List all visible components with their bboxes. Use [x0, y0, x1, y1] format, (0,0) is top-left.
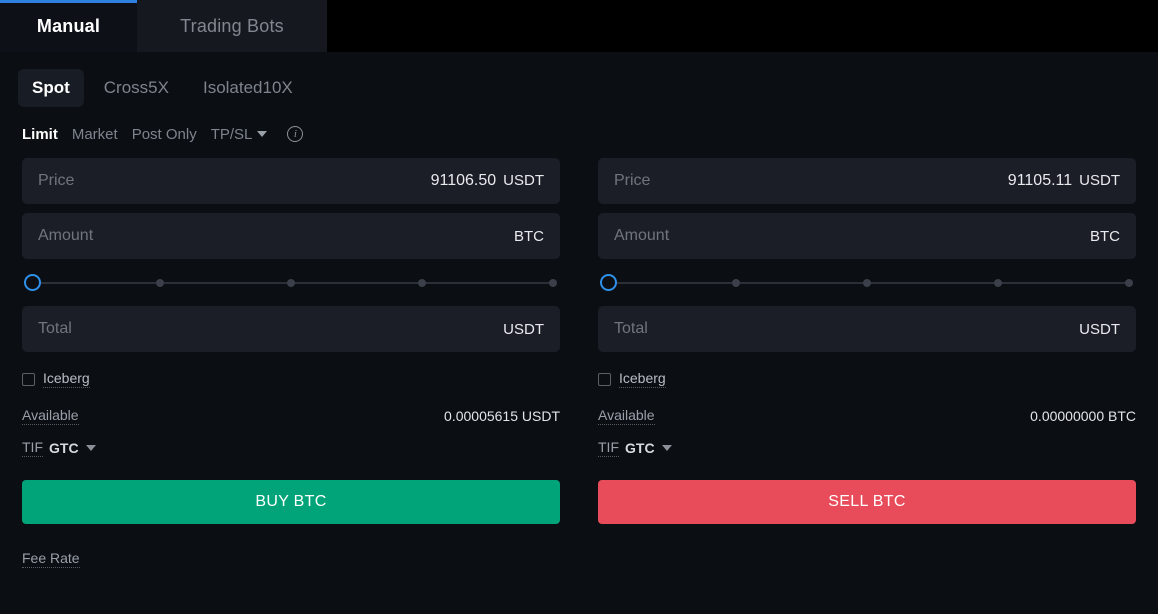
buy-amount-slider[interactable]	[24, 268, 558, 298]
sell-tif-row[interactable]: TIF GTC	[598, 434, 1136, 462]
sell-price-value-group: 91105.11 USDT	[1008, 172, 1120, 190]
fee-rate-link[interactable]: Fee Rate	[22, 550, 80, 568]
buy-iceberg-checkbox[interactable]	[22, 372, 35, 386]
sell-available-value: 0.00000000 BTC	[1030, 408, 1136, 424]
tab-trading-bots[interactable]: Trading Bots	[137, 0, 327, 52]
sell-price-placeholder: Price	[614, 172, 651, 189]
sell-price-unit: USDT	[1079, 172, 1120, 189]
order-type-limit-label: Limit	[22, 125, 58, 143]
sell-iceberg-row[interactable]: Iceberg	[598, 364, 1136, 394]
sell-slider-mark-100[interactable]	[1124, 279, 1133, 287]
buy-slider-mark-50[interactable]	[287, 279, 295, 287]
buy-button[interactable]: BUY BTC	[22, 480, 560, 524]
buy-price-field[interactable]: Price 91106.50 USDT	[22, 158, 560, 204]
sell-available-label: Available	[598, 407, 655, 425]
sell-slider-mark-75[interactable]	[993, 279, 1002, 287]
buy-slider-handle[interactable]	[24, 274, 41, 291]
sell-amount-slider[interactable]	[600, 268, 1134, 298]
sell-amount-unit: BTC	[1090, 227, 1120, 245]
sell-iceberg-label: Iceberg	[619, 370, 666, 388]
sell-tif-chevron-down-icon	[661, 445, 672, 451]
footer: Fee Rate	[0, 524, 1158, 568]
buy-tif-label: TIF	[22, 439, 43, 457]
mode-isolated-label: Isolated10X	[202, 78, 293, 97]
order-forms: Price 91106.50 USDT Amount BTC Total USD…	[0, 152, 1158, 524]
sell-amount-field[interactable]: Amount BTC	[598, 213, 1136, 259]
sell-slider-mark-50[interactable]	[863, 279, 871, 287]
mode-isolated[interactable]: Isolated10X	[189, 69, 307, 107]
tab-trading-bots-label: Trading Bots	[180, 15, 284, 36]
buy-tif-value: GTC	[49, 440, 79, 456]
buy-iceberg-row[interactable]: Iceberg	[22, 364, 560, 394]
mode-cross-label: Cross5X	[103, 78, 169, 97]
buy-iceberg-label: Iceberg	[43, 370, 90, 388]
top-tabstrip: Manual Trading Bots	[0, 0, 1158, 52]
buy-slider-mark-100[interactable]	[548, 279, 557, 287]
trading-panel: Manual Trading Bots Spot Cross5X Isolate…	[0, 0, 1158, 614]
mode-spot-label: Spot	[32, 78, 70, 97]
mode-spot[interactable]: Spot	[18, 69, 84, 107]
sell-slider-mark-25[interactable]	[732, 279, 741, 287]
buy-total-value-group: USDT	[503, 321, 544, 338]
info-icon[interactable]: i	[287, 126, 304, 142]
sell-price-field[interactable]: Price 91105.11 USDT	[598, 158, 1136, 204]
buy-slider-mark-25[interactable]	[156, 279, 165, 287]
sell-iceberg-checkbox[interactable]	[598, 372, 611, 386]
order-type-post-only[interactable]: Post Only	[132, 126, 197, 143]
buy-available-label: Available	[22, 407, 79, 425]
order-type-row: Limit Market Post Only TP/SL i	[0, 110, 1158, 152]
order-type-tpsl-label: TP/SL	[210, 125, 253, 143]
margin-mode-row: Spot Cross5X Isolated10X	[0, 52, 1158, 110]
buy-total-placeholder: Total	[38, 320, 72, 337]
sell-amount-value-group: BTC	[1090, 228, 1120, 245]
sell-total-value-group: USDT	[1079, 321, 1120, 338]
buy-total-field[interactable]: Total USDT	[22, 306, 560, 352]
order-type-limit[interactable]: Limit	[22, 126, 58, 143]
order-type-tpsl[interactable]: TP/SL	[211, 126, 268, 143]
sell-button[interactable]: SELL BTC	[598, 480, 1136, 524]
tab-manual-label: Manual	[36, 15, 101, 36]
buy-amount-value-group: BTC	[514, 228, 544, 245]
buy-slider-mark-75[interactable]	[417, 279, 426, 287]
order-type-market[interactable]: Market	[72, 126, 118, 143]
chevron-down-icon	[257, 131, 268, 137]
buy-price-placeholder: Price	[38, 172, 75, 189]
sell-slider-handle[interactable]	[600, 274, 617, 291]
sell-total-field[interactable]: Total USDT	[598, 306, 1136, 352]
buy-price-value: 91106.50	[430, 172, 497, 189]
buy-total-unit: USDT	[503, 320, 544, 338]
mode-cross[interactable]: Cross5X	[90, 69, 183, 107]
panel-body: Spot Cross5X Isolated10X Limit Market Po…	[0, 52, 1158, 614]
sell-amount-placeholder: Amount	[614, 227, 670, 244]
buy-tif-row[interactable]: TIF GTC	[22, 434, 560, 462]
buy-amount-unit: BTC	[514, 227, 544, 245]
buy-available-value: 0.00005615 USDT	[444, 408, 560, 424]
buy-price-unit: USDT	[503, 172, 544, 189]
sell-total-unit: USDT	[1079, 320, 1120, 338]
sell-total-placeholder: Total	[614, 320, 648, 337]
buy-tif-chevron-down-icon	[85, 445, 96, 451]
sell-tif-value: GTC	[625, 440, 655, 456]
sell-price-value: 91105.11	[1007, 172, 1073, 189]
sell-available-row: Available 0.00000000 BTC	[598, 402, 1136, 430]
tab-manual[interactable]: Manual	[0, 0, 137, 52]
order-type-market-label: Market	[71, 125, 118, 143]
sell-form: Price 91105.11 USDT Amount BTC Total USD…	[598, 158, 1136, 524]
sell-tif-label: TIF	[598, 439, 619, 457]
buy-form: Price 91106.50 USDT Amount BTC Total USD…	[22, 158, 560, 524]
buy-amount-field[interactable]: Amount BTC	[22, 213, 560, 259]
buy-available-row: Available 0.00005615 USDT	[22, 402, 560, 430]
buy-amount-placeholder: Amount	[38, 227, 94, 244]
order-type-post-only-label: Post Only	[131, 125, 197, 143]
buy-price-value-group: 91106.50 USDT	[431, 172, 544, 190]
